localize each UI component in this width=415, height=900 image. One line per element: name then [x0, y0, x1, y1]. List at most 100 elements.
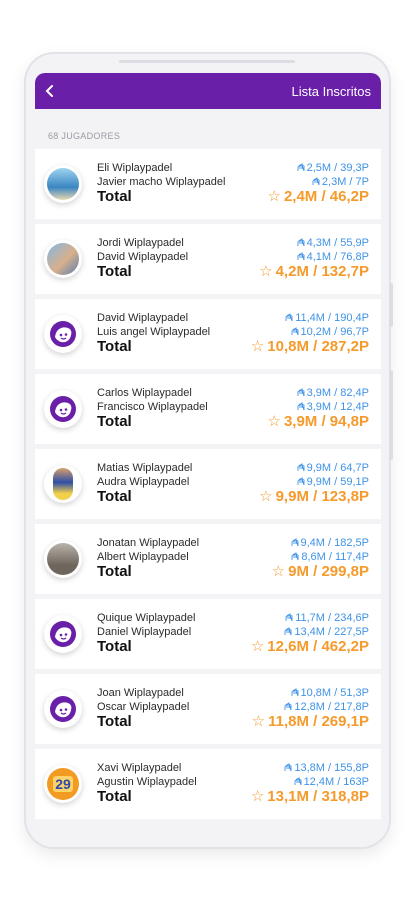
total-label: Total [97, 788, 132, 805]
team-stats: 10,8M / 51,3P 12,8M / 217,8P ☆ 11,8M / 26… [252, 686, 369, 729]
avatar [44, 240, 82, 278]
team-total: ☆ 12,6M / 462,2P [250, 638, 369, 655]
player-stat: 3,9M / 82,4P [267, 386, 369, 400]
total-label: Total [97, 713, 132, 730]
photo-avatar [53, 468, 73, 500]
player-name: Audra Wiplaypadel [97, 476, 190, 488]
player-stat-value: 3,9M / 82,4P [306, 387, 369, 399]
player-name: Jonatan Wiplaypadel [97, 537, 200, 549]
player-stat-value: 9,4M / 182,5P [300, 537, 370, 549]
hand-icon [284, 701, 292, 711]
player-stat: 9,4M / 182,5P [272, 536, 369, 550]
player-stat-value: 13,4M / 227,5P [294, 626, 369, 638]
hand-icon [284, 762, 292, 772]
team-total: ☆ 9M / 299,8P [272, 563, 369, 580]
hand-icon [297, 237, 305, 247]
hand-icon [285, 612, 293, 622]
list-item[interactable]: Carlos Wiplaypadel Francisco Wiplaypadel… [35, 374, 381, 444]
team-total: ☆ 13,1M / 318,8P [251, 788, 369, 805]
team-names: Jordi Wiplaypadel David Wiplaypadel Tota… [97, 236, 188, 279]
player-name: Joan Wiplaypadel [97, 687, 184, 699]
player-stat: 11,7M / 234,6P [251, 611, 369, 625]
list-item[interactable]: Joan Wiplaypadel Oscar Wiplaypadel Total… [35, 674, 381, 744]
players-count: 68 JUGADORES [48, 131, 121, 141]
avatar [44, 540, 82, 578]
team-names: Quique Wiplaypadel Daniel Wiplaypadel To… [97, 611, 195, 654]
list-item[interactable]: 29 Xavi Wiplaypadel Agustin Wiplaypadel … [35, 749, 381, 819]
player-stat-value: 9,9M / 64,7P [306, 462, 369, 474]
player-stat-value: 2,5M / 39,3P [306, 162, 369, 174]
avatar [44, 165, 82, 203]
player-stat: 9,9M / 64,7P [259, 461, 369, 475]
team-stats: 9,9M / 64,7P 9,9M / 59,1P ☆ 9,9M / 123,8P [259, 461, 369, 504]
player-stat: 10,2M / 96,7P [251, 325, 369, 339]
phone-frame: Lista Inscritos 68 JUGADORES Eli Wiplayp… [26, 54, 389, 847]
photo-avatar [47, 543, 79, 575]
player-name: David Wiplaypadel [97, 312, 189, 324]
team-total: ☆ 10,8M / 287,2P [250, 338, 369, 355]
team-total: ☆ 9,9M / 123,8P [259, 488, 369, 505]
player-stat: 4,3M / 55,9P [259, 236, 369, 250]
number-avatar: 29 [47, 768, 79, 800]
avatar [44, 465, 82, 503]
avatar [44, 615, 82, 653]
player-stat-value: 8,6M / 117,4P [301, 551, 369, 563]
photo-avatar [47, 168, 79, 200]
face-icon [50, 396, 76, 422]
player-name: Oscar Wiplaypadel [97, 701, 190, 713]
list-item[interactable]: David Wiplaypadel Luis angel Wiplaypadel… [35, 299, 381, 369]
player-stat-value: 11,7M / 234,6P [295, 612, 369, 624]
hand-icon [297, 476, 305, 486]
player-name: David Wiplaypadel [97, 251, 189, 263]
avatar [44, 315, 82, 353]
player-stat: 9,9M / 59,1P [259, 475, 369, 489]
player-stat: 2,3M / 7P [267, 175, 369, 189]
app-header: Lista Inscritos [35, 73, 381, 109]
player-stat: 10,8M / 51,3P [252, 686, 369, 700]
star-icon: ☆ [250, 638, 265, 655]
bottom-area [26, 825, 389, 847]
avatar: 29 [44, 765, 82, 803]
star-icon: ☆ [259, 263, 273, 280]
team-total-value: 13,1M / 318,8P [267, 788, 369, 805]
registrations-list: Eli Wiplaypadel Javier macho Wiplaypadel… [35, 149, 381, 824]
team-stats: 3,9M / 82,4P 3,9M / 12,4P ☆ 3,9M / 94,8P [267, 386, 369, 429]
team-names: Jonatan Wiplaypadel Albert Wiplaypadel T… [97, 536, 199, 579]
team-names: David Wiplaypadel Luis angel Wiplaypadel… [97, 311, 210, 354]
list-item[interactable]: Eli Wiplaypadel Javier macho Wiplaypadel… [35, 149, 381, 219]
list-item[interactable]: Jordi Wiplaypadel David Wiplaypadel Tota… [35, 224, 381, 294]
list-item[interactable]: Jonatan Wiplaypadel Albert Wiplaypadel T… [35, 524, 381, 594]
back-button[interactable] [45, 83, 55, 100]
player-stat: 8,6M / 117,4P [272, 550, 369, 564]
player-stat-value: 10,8M / 51,3P [300, 687, 370, 699]
phone-side-button [389, 370, 393, 460]
team-names: Matias Wiplaypadel Audra Wiplaypadel Tot… [97, 461, 192, 504]
player-stat-value: 11,4M / 190,4P [295, 312, 369, 324]
list-item[interactable]: Matias Wiplaypadel Audra Wiplaypadel Tot… [35, 449, 381, 519]
player-name: Daniel Wiplaypadel [97, 626, 192, 638]
total-label: Total [97, 563, 132, 580]
total-label: Total [97, 413, 132, 430]
player-stat-value: 12,4M / 163P [303, 776, 369, 788]
team-total-value: 9M / 299,8P [288, 563, 369, 580]
player-stat: 11,4M / 190,4P [251, 311, 369, 325]
star-icon: ☆ [250, 338, 265, 355]
team-total-value: 12,6M / 462,2P [267, 638, 369, 655]
hand-icon [297, 401, 305, 411]
hand-icon [297, 462, 305, 472]
player-stat-value: 4,1M / 76,8P [306, 251, 369, 263]
hand-icon [291, 551, 299, 561]
player-name: Francisco Wiplaypadel [97, 401, 208, 413]
player-name: Agustin Wiplaypadel [97, 776, 197, 788]
avatar-number: 29 [53, 776, 73, 792]
total-label: Total [97, 188, 132, 205]
total-label: Total [97, 263, 132, 280]
player-stat: 13,4M / 227,5P [251, 625, 369, 639]
player-stat-value: 4,3M / 55,9P [306, 237, 369, 249]
team-total-value: 9,9M / 123,8P [275, 488, 369, 505]
player-stat: 12,4M / 163P [251, 775, 369, 789]
list-item[interactable]: Quique Wiplaypadel Daniel Wiplaypadel To… [35, 599, 381, 669]
hand-icon [297, 387, 305, 397]
team-total-value: 11,8M / 269,1P [268, 713, 369, 730]
player-name: Albert Wiplaypadel [97, 551, 189, 563]
